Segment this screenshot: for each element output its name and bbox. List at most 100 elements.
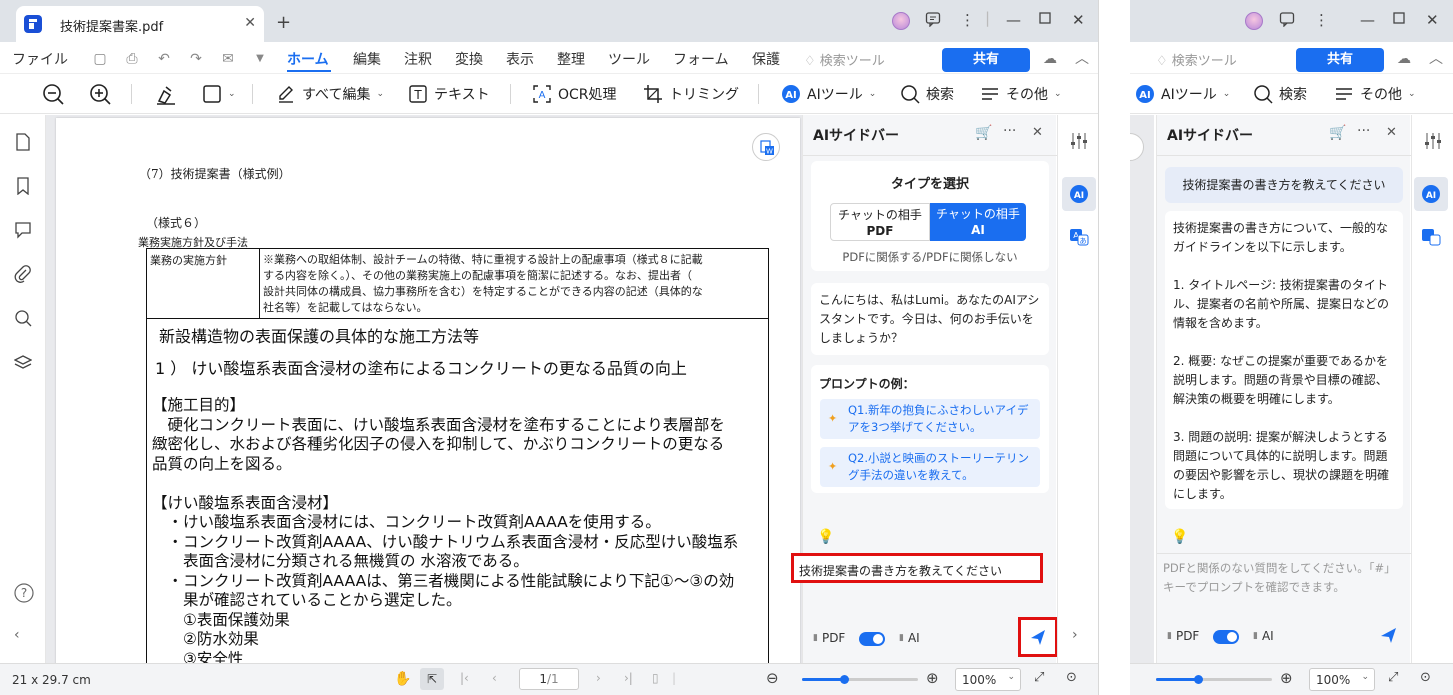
menu-protect[interactable]: 保護: [752, 49, 780, 69]
last-page-icon[interactable]: ›|: [624, 671, 633, 685]
menu-view[interactable]: 表示: [506, 49, 534, 69]
trim-button[interactable]: トリミング: [643, 80, 739, 108]
chat-input[interactable]: PDFと関係のない質問をしてください。「#」キーでプロンプトを確認できます。: [1163, 559, 1403, 597]
close-window-icon[interactable]: ✕: [1426, 11, 1439, 29]
save-icon[interactable]: ▢: [92, 51, 108, 67]
chat-input[interactable]: 技術提案書の書き方を教えてください: [791, 553, 1043, 583]
tab-close-icon[interactable]: ✕: [244, 15, 256, 31]
page-layout-icon[interactable]: ▯: [652, 671, 659, 685]
zoom-select[interactable]: 100% ⌄: [1309, 668, 1375, 691]
zoom-slider[interactable]: [1156, 675, 1272, 684]
more-button[interactable]: その他 ⌄: [1334, 80, 1416, 108]
ai-tool-button[interactable]: AI AIツール ⌄: [1135, 80, 1230, 108]
prompt-example-2[interactable]: ✦ Q2.小説と映画のストーリーテリング手法の違いを教えて。: [820, 447, 1040, 487]
zoom-in-icon[interactable]: ⊕: [926, 669, 939, 687]
send-button[interactable]: [1018, 617, 1058, 657]
convert-to-word-icon[interactable]: W: [752, 133, 780, 161]
more-vert-icon[interactable]: ⋮: [1314, 11, 1329, 29]
next-page-icon[interactable]: ›: [596, 671, 601, 685]
new-tab-icon[interactable]: +: [276, 12, 291, 33]
undo-icon[interactable]: ↶: [156, 51, 172, 67]
minimize-icon[interactable]: —: [1360, 11, 1375, 29]
redo-icon[interactable]: ↷: [188, 51, 204, 67]
first-page-icon[interactable]: |‹: [460, 671, 469, 685]
more-horiz-icon[interactable]: ···: [1357, 123, 1370, 139]
close-panel-icon[interactable]: ✕: [1032, 125, 1043, 140]
translate-icon[interactable]: [1421, 227, 1441, 247]
ai-tool-button[interactable]: AI AIツール ⌄: [781, 80, 876, 108]
edit-all-button[interactable]: すべて編集 ⌄: [276, 80, 384, 108]
text-button[interactable]: T テキスト: [408, 80, 490, 108]
prompt-example-1[interactable]: ✦ Q1.新年の抱負にふさわしいアイデアを3つ挙げてください。: [820, 399, 1040, 439]
ai-sidebar-toggle[interactable]: AI: [1062, 177, 1096, 211]
properties-icon[interactable]: [1423, 131, 1443, 151]
select-tool-icon[interactable]: ⇱: [420, 668, 444, 690]
menu-annotate[interactable]: 注釈: [404, 49, 432, 69]
menu-file[interactable]: ファイル: [12, 49, 68, 69]
prev-page-icon[interactable]: ‹: [492, 671, 497, 685]
collapse-ribbon-icon[interactable]: ︿: [1074, 51, 1090, 67]
search-tool[interactable]: ♢ 検索ツール: [1156, 50, 1237, 69]
lightbulb-icon[interactable]: 💡: [1171, 529, 1188, 545]
send-button[interactable]: [1377, 623, 1401, 647]
more-horiz-icon[interactable]: ···: [1003, 123, 1016, 139]
print-icon[interactable]: ⎙: [124, 51, 140, 67]
zoom-out-icon[interactable]: [42, 80, 64, 108]
zoom-in-icon[interactable]: ⊕: [1280, 669, 1293, 687]
close-window-icon[interactable]: ✕: [1072, 11, 1085, 29]
menu-organize[interactable]: 整理: [557, 49, 585, 69]
zoom-slider[interactable]: [802, 675, 918, 684]
feedback-icon[interactable]: [1279, 11, 1295, 27]
bookmark-icon[interactable]: [14, 177, 32, 195]
zoom-out-icon[interactable]: ⊖: [766, 669, 779, 687]
cart-icon[interactable]: 🛒: [1329, 125, 1346, 141]
document-tab[interactable]: 技術提案書案.pdf ✕: [16, 6, 264, 42]
menu-form[interactable]: フォーム: [673, 49, 729, 69]
scroll-down-icon[interactable]: ⊙: [1420, 670, 1431, 685]
search-button[interactable]: 検索: [1253, 80, 1307, 108]
maximize-icon[interactable]: [1392, 11, 1406, 25]
scroll-down-icon[interactable]: ⊙: [1066, 670, 1077, 685]
lightbulb-icon[interactable]: 💡: [817, 529, 834, 545]
cloud-upload-icon[interactable]: ☁: [1042, 51, 1058, 67]
attachment-icon[interactable]: [14, 265, 32, 283]
fit-page-icon[interactable]: ⤢: [1388, 670, 1398, 685]
properties-icon[interactable]: [1069, 131, 1089, 151]
minimize-icon[interactable]: —: [1006, 11, 1021, 29]
shape-tool[interactable]: ⌄: [202, 80, 236, 108]
share-button[interactable]: 共有: [942, 48, 1030, 72]
convert-to-word-icon[interactable]: [1130, 133, 1144, 161]
feedback-icon[interactable]: [925, 11, 941, 27]
pdf-ai-toggle[interactable]: [859, 632, 885, 646]
maximize-icon[interactable]: [1038, 11, 1052, 25]
zoom-in-icon[interactable]: [89, 80, 111, 108]
mail-icon[interactable]: ✉: [220, 51, 236, 67]
search-tool[interactable]: ♢ 検索ツール: [804, 50, 885, 69]
collapse-ribbon-icon[interactable]: ︿: [1428, 51, 1444, 67]
page-thumbnail-icon[interactable]: [14, 133, 32, 151]
highlight-icon[interactable]: [155, 80, 177, 108]
more-vert-icon[interactable]: ⋮: [960, 11, 975, 29]
menu-tools[interactable]: ツール: [608, 49, 650, 69]
menu-edit[interactable]: 編集: [353, 49, 381, 69]
fit-page-icon[interactable]: ⤢: [1034, 670, 1044, 685]
menu-convert[interactable]: 変換: [455, 49, 483, 69]
ocr-button[interactable]: A OCR処理: [532, 80, 617, 108]
cart-icon[interactable]: 🛒: [975, 125, 992, 141]
chat-with-pdf-option[interactable]: チャットの相手 PDF: [830, 203, 930, 241]
zoom-select[interactable]: 100% ⌄: [955, 668, 1021, 691]
collapse-right-icon[interactable]: ›: [1072, 627, 1078, 643]
layers-icon[interactable]: [14, 353, 32, 371]
help-icon[interactable]: ?: [14, 583, 34, 603]
document-viewer[interactable]: （7）技術提案書（様式例） （様式６） 業務実施方針及び手法 業務の実施方針 ※…: [46, 115, 802, 663]
ai-sidebar-toggle[interactable]: AI: [1414, 177, 1448, 211]
search-icon[interactable]: [14, 309, 32, 327]
translate-icon[interactable]: Aあ: [1069, 227, 1089, 247]
close-panel-icon[interactable]: ✕: [1386, 125, 1397, 140]
avatar[interactable]: [1245, 12, 1263, 30]
menu-home[interactable]: ホーム: [287, 49, 329, 69]
dropdown-icon[interactable]: ▼: [252, 51, 268, 67]
search-button[interactable]: 検索: [900, 80, 954, 108]
collapse-left-icon[interactable]: ‹: [14, 627, 32, 645]
avatar[interactable]: [892, 12, 910, 30]
